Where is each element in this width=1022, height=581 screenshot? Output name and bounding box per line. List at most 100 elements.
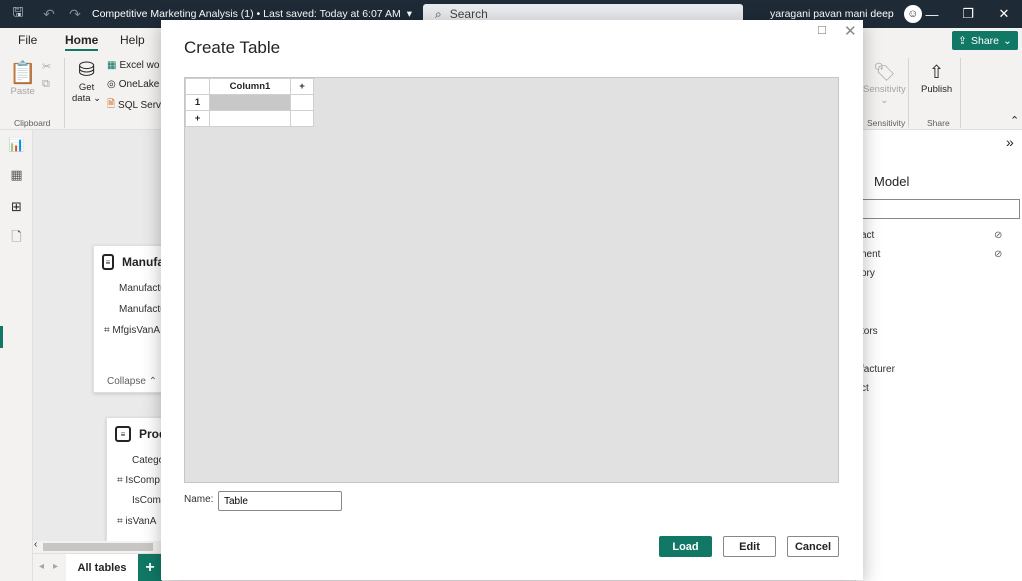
share-icon: ⇪ [958, 34, 967, 47]
scroll-left-icon[interactable]: ‹ [34, 539, 37, 550]
add-layout-button[interactable]: + [138, 554, 162, 581]
sql-server-button[interactable]: 🗎 SQL Serv [107, 97, 161, 114]
excel-button[interactable]: ▦ Excel wo [107, 60, 159, 71]
sensitivity-icon: 🏷 [872, 62, 896, 82]
save-icon[interactable]: 🖫 [0, 0, 36, 28]
model-view-icon[interactable]: ⊞ [8, 198, 25, 215]
onelake-icon: ◎ [107, 79, 116, 90]
table-card-title: Manufa [122, 255, 164, 269]
field-item[interactable]: Catego [132, 455, 164, 466]
report-view-icon[interactable]: 📊 [8, 136, 25, 153]
search-input[interactable] [856, 199, 1020, 219]
database-icon: ⛁ [78, 59, 95, 81]
pane-item[interactable]: nent [861, 249, 880, 260]
horizontal-scrollbar[interactable]: ‹ [33, 539, 163, 553]
add-column-button[interactable]: + [290, 78, 314, 95]
name-label: Name: [184, 494, 214, 505]
table-view-icon[interactable]: ▦ [8, 166, 25, 183]
table-name-input[interactable] [218, 491, 342, 511]
pane-item[interactable]: tors [861, 326, 878, 337]
minimize-icon[interactable]: — [914, 0, 950, 28]
data-grid[interactable]: Column1 + 1 + [184, 77, 839, 483]
sql-server-label: SQL Serv [118, 100, 162, 111]
row-header: 1 [185, 94, 210, 111]
table-icon: ≡ [115, 426, 131, 442]
close-icon[interactable]: ✕ [844, 22, 857, 40]
grid-cell [209, 110, 291, 127]
share-label: Share [970, 34, 1000, 47]
grid-corner [185, 78, 210, 95]
share-group-label: Share [927, 118, 950, 128]
pane-item[interactable]: act [861, 230, 874, 241]
grid-cell[interactable] [209, 94, 291, 111]
field-item[interactable]: Manufactu [119, 283, 166, 294]
dax-query-view-icon[interactable]: 🗋 [8, 229, 25, 247]
publish-label: Publish [921, 84, 953, 95]
copy-icon[interactable]: ⧉ [42, 78, 50, 91]
redo-icon[interactable]: ↷ [62, 0, 88, 28]
sensitivity-button[interactable]: 🏷 Sensitivity ⌄ [863, 60, 906, 106]
cancel-button[interactable]: Cancel [787, 536, 839, 557]
get-data-label-2: data ⌄ [72, 93, 102, 104]
grid-cell [290, 94, 314, 111]
sql-server-icon: 🗎 [107, 99, 116, 110]
undo-icon[interactable]: ↶ [36, 0, 62, 28]
share-button[interactable]: ⇪ Share ⌄ [952, 31, 1018, 50]
field-item[interactable]: ⌗ isVanA [117, 516, 156, 527]
grid-cell [290, 110, 314, 127]
collapse-ribbon-icon[interactable]: ⌃ [1010, 114, 1019, 127]
user-name: yaragani pavan mani deep [770, 8, 894, 20]
add-row-button[interactable]: + [185, 110, 210, 127]
pane-item[interactable]: facturer [861, 364, 895, 375]
next-tab-icon[interactable]: ▸ [53, 561, 58, 572]
measure-icon: ⌗ [104, 325, 110, 336]
paste-button[interactable]: 📋 Paste [9, 60, 36, 97]
paste-icon: 📋 [9, 60, 37, 85]
document-title[interactable]: Competitive Marketing Analysis (1) • Las… [92, 8, 412, 20]
excel-label: Excel wo [119, 60, 160, 71]
sensitivity-group-label: Sensitivity [867, 118, 906, 128]
close-window-icon[interactable]: ✕ [986, 0, 1022, 28]
chevron-down-icon: ▾ [406, 8, 412, 20]
hidden-eye-icon[interactable]: ⊘ [994, 230, 1002, 241]
table-icon: ≡ [102, 254, 114, 270]
search-placeholder: Search [449, 7, 488, 21]
chevron-down-icon: ⌄ [880, 95, 889, 106]
sensitivity-label: Sensitivity [863, 84, 906, 95]
pane-item[interactable]: ory [861, 268, 875, 279]
clipboard-group-label: Clipboard [14, 118, 51, 128]
field-item[interactable]: ⌗ MfgisVanA [104, 325, 160, 336]
maximize-icon[interactable]: ☐ [817, 25, 829, 37]
document-title-text: Competitive Marketing Analysis (1) • Las… [92, 8, 401, 20]
get-data-button[interactable]: ⛁ Get data ⌄ [72, 58, 101, 104]
field-item[interactable]: Manufactu [119, 304, 166, 315]
excel-icon: ▦ [107, 60, 117, 71]
divider [64, 58, 65, 128]
publish-icon: ⇧ [929, 62, 945, 82]
menu-home[interactable]: Home [65, 33, 99, 51]
scrollbar-thumb[interactable] [43, 543, 153, 551]
menu-help[interactable]: Help [120, 33, 145, 47]
load-button[interactable]: Load [659, 536, 712, 557]
pane-title: Model [874, 174, 910, 189]
get-data-label: Get [78, 82, 95, 93]
expand-pane-icon[interactable]: » [1006, 134, 1014, 150]
column-header[interactable]: Column1 [209, 78, 291, 95]
hidden-eye-icon[interactable]: ⊘ [994, 249, 1002, 260]
paste-label: Paste [10, 86, 35, 97]
cut-icon[interactable]: ✂ [42, 60, 51, 73]
left-nav: 📊 ▦ ⊞ 🗋 [0, 130, 33, 581]
publish-button[interactable]: ⇧ Publish [921, 60, 952, 95]
field-item[interactable]: ⌗ IsComp [117, 475, 160, 486]
measure-icon: ⌗ [117, 475, 123, 486]
data-pane: » Model act ⊘ nent ⊘ ory tors facturer c… [855, 130, 1022, 581]
dialog-title: Create Table [184, 38, 281, 57]
tab-all-tables[interactable]: All tables [66, 554, 138, 581]
onelake-button[interactable]: ◎ OneLake [107, 79, 159, 90]
prev-tab-icon[interactable]: ◂ [39, 561, 44, 572]
restore-icon[interactable]: ❐ [950, 0, 986, 28]
chevron-down-icon: ⌄ [1003, 34, 1012, 47]
edit-button[interactable]: Edit [723, 536, 776, 557]
collapse-link[interactable]: Collapse ⌃ [107, 376, 157, 387]
menu-file[interactable]: File [18, 33, 37, 47]
